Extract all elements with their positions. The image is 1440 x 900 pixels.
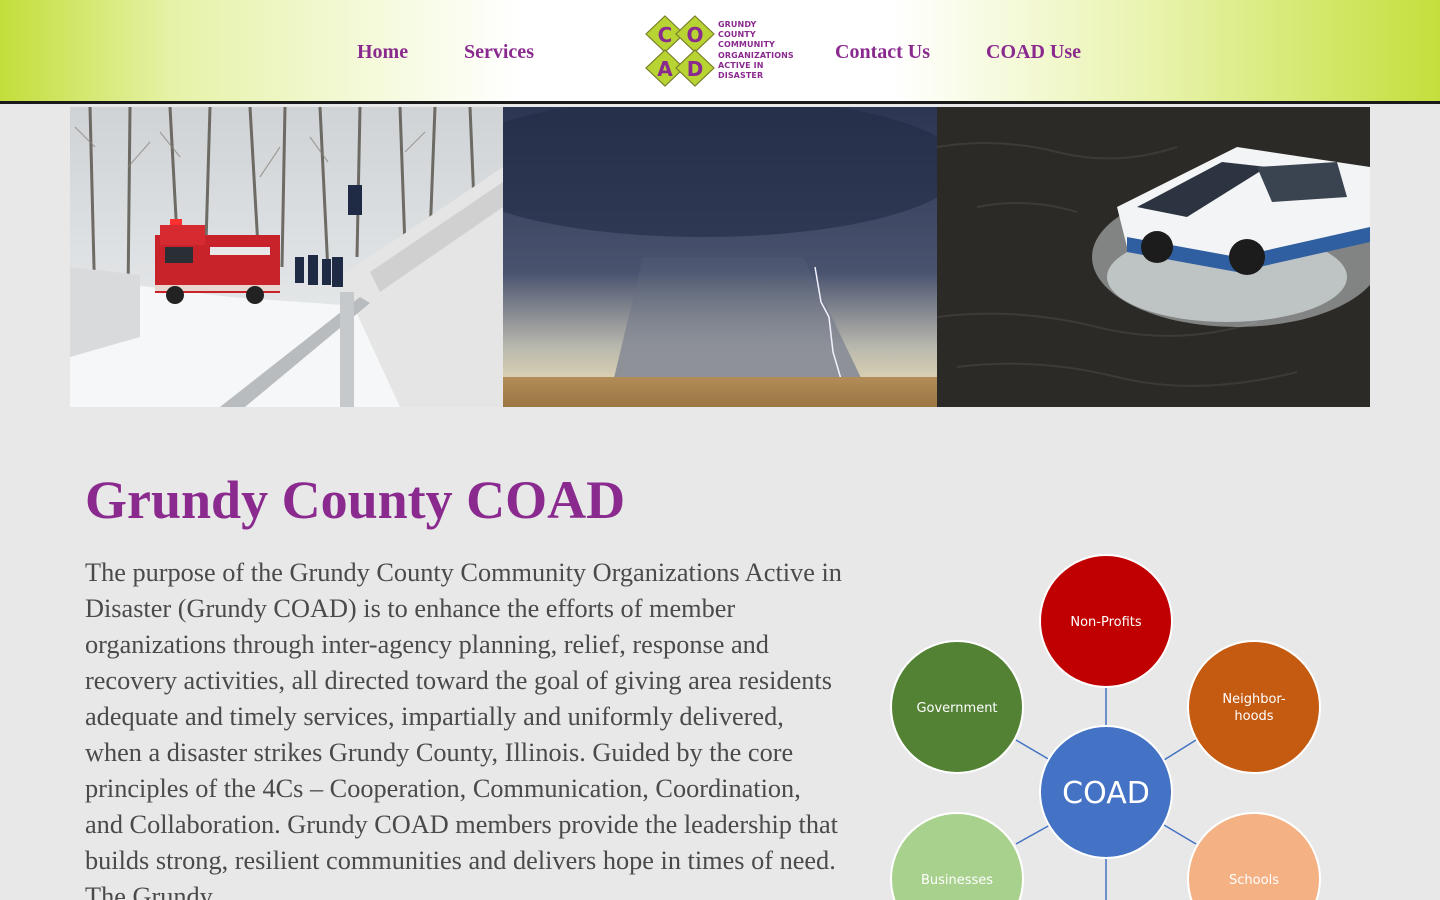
svg-text:hoods: hoods bbox=[1234, 709, 1273, 724]
hero-banner bbox=[70, 107, 1370, 407]
node-government: Government bbox=[890, 640, 1024, 774]
nav-home-link[interactable]: Home bbox=[357, 40, 408, 64]
svg-text:Neighbor-: Neighbor- bbox=[1222, 692, 1286, 707]
node-coad-center: COAD bbox=[1039, 725, 1173, 859]
site-header: Home Services C O A D GRUNDY COUNTY COMM… bbox=[0, 0, 1440, 104]
svg-text:Schools: Schools bbox=[1229, 873, 1279, 888]
svg-text:COAD: COAD bbox=[1062, 776, 1150, 811]
page-title: Grundy County COAD bbox=[85, 470, 626, 530]
node-businesses: Businesses bbox=[890, 812, 1024, 900]
logo-letter-o: O bbox=[686, 23, 703, 47]
logo-wordmark: GRUNDY COUNTY COMMUNITY ORGANIZATIONS AC… bbox=[718, 20, 794, 81]
node-schools: Schools bbox=[1187, 812, 1321, 900]
node-neighborhoods: Neighbor- hoods bbox=[1187, 640, 1321, 774]
svg-text:Businesses: Businesses bbox=[921, 873, 993, 888]
svg-text:Non-Profits: Non-Profits bbox=[1070, 615, 1142, 630]
hero-image-storm bbox=[503, 107, 937, 407]
coad-logo[interactable]: C O A D GRUNDY COUNTY COMMUNITY ORGANIZA… bbox=[643, 14, 799, 88]
svg-text:Government: Government bbox=[916, 701, 997, 716]
logo-letter-d: D bbox=[687, 57, 704, 81]
nav-coad-use-link[interactable]: COAD Use bbox=[986, 40, 1081, 64]
logo-letter-c: C bbox=[658, 23, 673, 47]
logo-diamonds: C O A D bbox=[645, 15, 715, 87]
hero-image-flood-truck bbox=[937, 107, 1370, 407]
logo-letter-a: A bbox=[657, 57, 673, 81]
coad-network-diagram: Non-Profits Government Neighbor- hoods C… bbox=[880, 548, 1340, 900]
purpose-paragraph: The purpose of the Grundy County Communi… bbox=[85, 558, 842, 900]
hero-image-fire-truck bbox=[70, 107, 503, 407]
nav-services-link[interactable]: Services bbox=[464, 40, 534, 64]
node-non-profits: Non-Profits bbox=[1039, 554, 1173, 688]
nav-contact-link[interactable]: Contact Us bbox=[835, 40, 930, 64]
